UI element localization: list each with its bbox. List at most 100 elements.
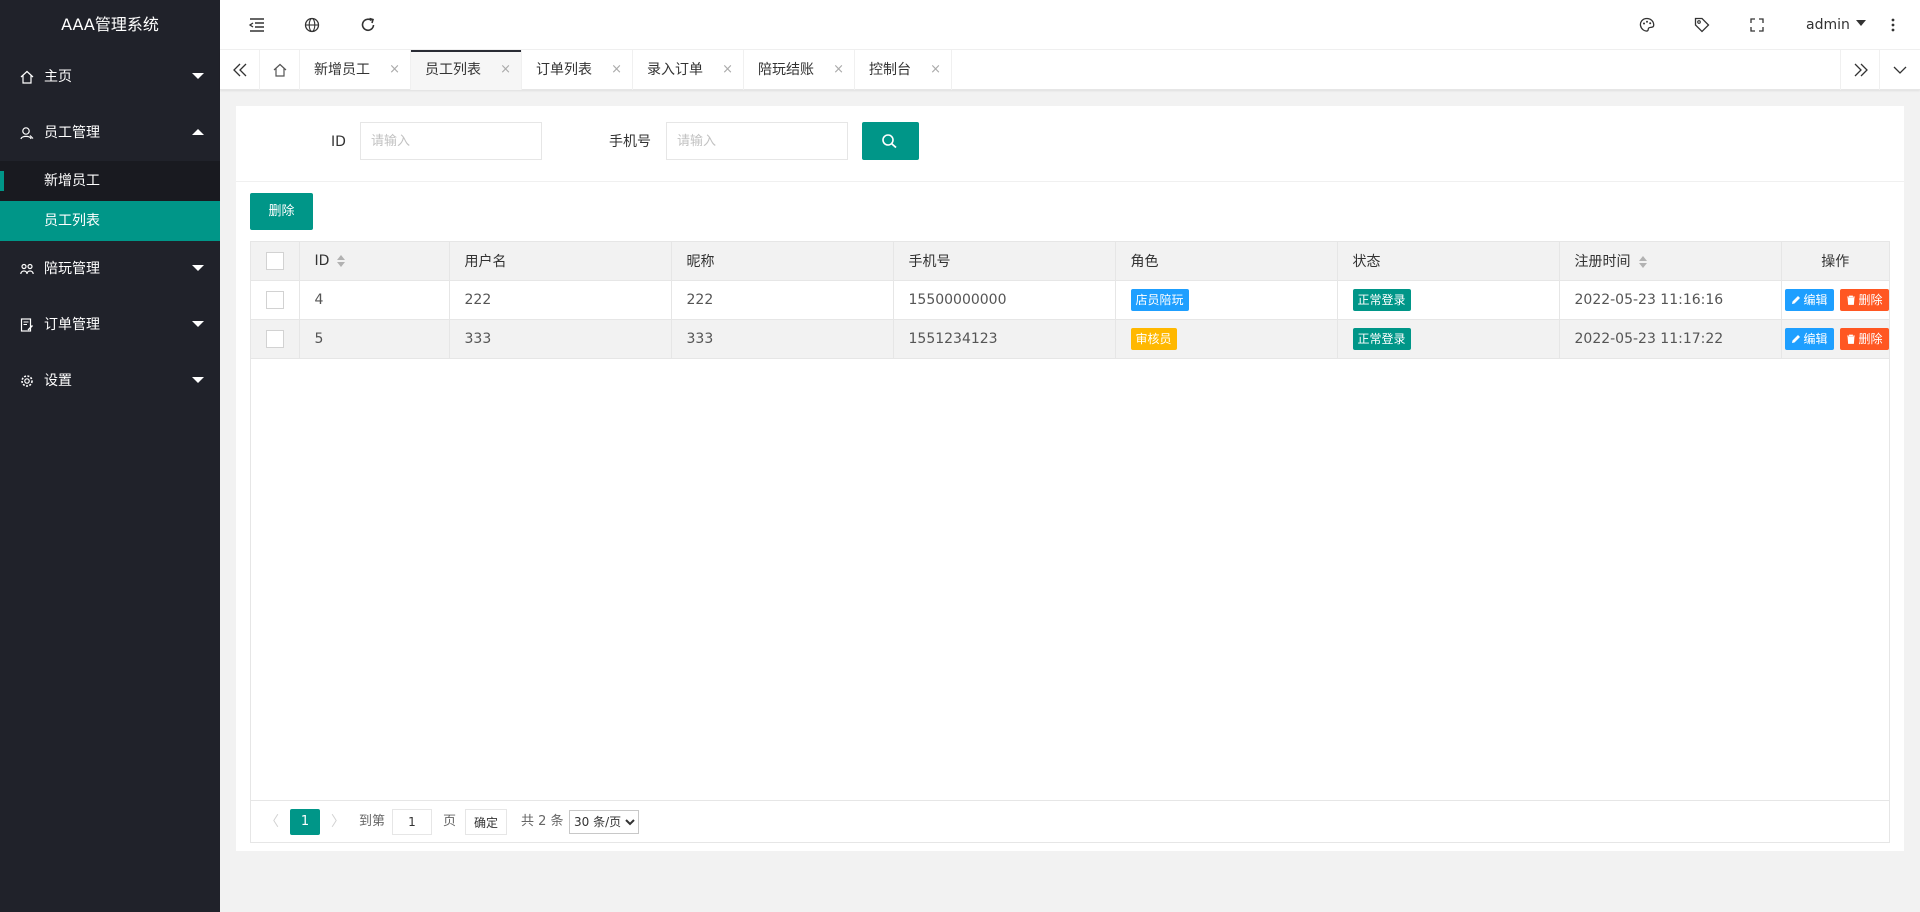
id-input[interactable] (360, 122, 542, 160)
row-checkbox[interactable] (265, 290, 284, 309)
cell-id: 4 (299, 280, 450, 320)
trash-icon (1846, 295, 1855, 305)
table-row: 5 333 333 1551234123 审核员 正常登录 2022-05-23… (251, 319, 1889, 359)
close-icon[interactable]: × (500, 50, 511, 90)
tab-add-staff[interactable]: 新增员工 × (300, 50, 411, 90)
col-phone: 手机号 (893, 242, 1116, 281)
tab-home[interactable] (260, 50, 300, 90)
phone-label: 手机号 (609, 134, 651, 150)
close-icon[interactable]: × (389, 50, 400, 90)
delete-label: 删除 (1858, 292, 1883, 307)
phone-input[interactable] (666, 122, 848, 160)
col-nickname: 昵称 (671, 242, 894, 281)
sidebar-item-companion[interactable]: 陪玩管理 (0, 241, 220, 297)
tabs-menu-button[interactable] (1880, 50, 1920, 90)
cell-phone: 15500000000 (893, 280, 1116, 320)
pagination: 〈 1 〉 到第 页 确定 共 2 条 30 条/页 (251, 800, 1889, 842)
chevron-down-icon (192, 377, 204, 383)
sidebar-item-label: 主页 (44, 69, 72, 85)
sidebar-item-staff-list[interactable]: 员工列表 (0, 201, 220, 241)
edit-button[interactable]: 编辑 (1784, 327, 1834, 350)
app-title: AAA管理系统 (61, 15, 159, 34)
tab-enter-order[interactable]: 录入订单 × (633, 50, 744, 90)
cell-nickname: 222 (671, 280, 894, 320)
cell-registered: 2022-05-23 11:16:16 (1559, 280, 1782, 320)
search-icon (882, 134, 897, 149)
row-checkbox[interactable] (265, 329, 284, 348)
chevron-up-icon (192, 129, 204, 135)
shrink-icon[interactable] (246, 14, 268, 36)
sidebar-item-settings[interactable]: 设置 (0, 353, 220, 409)
id-label: ID (331, 134, 346, 150)
col-id[interactable]: ID (299, 242, 450, 281)
tab-companion-checkout[interactable]: 陪玩结账 × (744, 50, 855, 90)
order-icon (20, 318, 33, 332)
cell-registered: 2022-05-23 11:17:22 (1559, 319, 1782, 359)
cell-actions: 编辑 删除 (1781, 280, 1889, 320)
row-select-cell (251, 319, 300, 359)
cell-status: 正常登录 (1337, 319, 1560, 359)
close-icon[interactable]: × (722, 50, 733, 90)
page-size-select[interactable]: 30 条/页 (569, 810, 639, 834)
cell-id: 5 (299, 319, 450, 359)
double-chevron-right-icon (1854, 63, 1868, 77)
tab-label: 新增员工 (314, 62, 370, 78)
sidebar-item-orders[interactable]: 订单管理 (0, 297, 220, 353)
sidebar-item-label: 陪玩管理 (44, 261, 100, 277)
tabs-scroll-left-button[interactable] (220, 50, 260, 90)
role-badge: 店员陪玩 (1130, 288, 1189, 311)
next-page-button[interactable]: 〉 (331, 809, 345, 835)
palette-icon[interactable] (1636, 14, 1658, 36)
close-icon[interactable]: × (833, 50, 844, 90)
chevron-down-icon (192, 321, 204, 327)
fullscreen-icon[interactable] (1746, 14, 1768, 36)
select-all-checkbox[interactable] (265, 251, 284, 270)
status-badge: 正常登录 (1352, 288, 1411, 311)
home-icon (273, 63, 287, 77)
trash-icon (1846, 334, 1855, 344)
chevron-down-icon (1855, 20, 1866, 26)
tabs-scroll-right-button[interactable] (1840, 50, 1880, 90)
edit-button[interactable]: 编辑 (1784, 288, 1834, 311)
tab-staff-list[interactable]: 员工列表 × (411, 50, 522, 90)
goto-prefix: 到第 (359, 814, 386, 829)
search-button[interactable] (862, 122, 919, 160)
row-delete-button[interactable]: 删除 (1839, 327, 1889, 350)
cell-username: 222 (449, 280, 672, 320)
prev-page-button[interactable]: 〈 (265, 809, 279, 835)
refresh-icon[interactable] (357, 14, 379, 36)
total-count: 共 2 条 (521, 814, 564, 829)
status-badge: 正常登录 (1352, 327, 1411, 350)
chevron-down-icon (1893, 66, 1907, 74)
tab-order-list[interactable]: 订单列表 × (522, 50, 633, 90)
sidebar-item-home[interactable]: 主页 (0, 49, 220, 105)
cell-status: 正常登录 (1337, 280, 1560, 320)
main-card: ID 手机号 删除 ID 用户名 昵称 手机号 角色 状态 注册时间 (236, 106, 1904, 851)
user-menu[interactable]: admin (1806, 0, 1866, 50)
role-badge: 审核员 (1130, 327, 1177, 350)
search-form: ID 手机号 (236, 106, 1904, 182)
sidebar-item-add-staff[interactable]: 新增员工 (0, 161, 220, 201)
gear-icon (21, 375, 33, 387)
tab-list: 新增员工 × 员工列表 × 订单列表 × 录入订单 × 陪玩结账 × 控制台 × (260, 50, 952, 90)
sidebar-item-label: 设置 (44, 373, 72, 389)
more-icon[interactable] (1882, 14, 1904, 36)
globe-icon[interactable] (301, 14, 323, 36)
sidebar-item-staff[interactable]: 员工管理 (0, 105, 220, 161)
col-actions: 操作 (1781, 242, 1889, 281)
sort-icon[interactable] (1638, 255, 1647, 268)
pencil-icon (1791, 334, 1800, 343)
tab-label: 陪玩结账 (758, 62, 814, 78)
tab-console[interactable]: 控制台 × (855, 50, 952, 90)
delete-button[interactable]: 删除 (250, 193, 313, 230)
goto-page-input[interactable] (392, 809, 432, 835)
tag-icon[interactable] (1691, 14, 1713, 36)
goto-confirm-button[interactable]: 确定 (465, 809, 508, 835)
sort-icon[interactable] (337, 254, 346, 267)
tabs-bar: 新增员工 × 员工列表 × 订单列表 × 录入订单 × 陪玩结账 × 控制台 × (220, 50, 1920, 90)
row-delete-button[interactable]: 删除 (1839, 288, 1889, 311)
close-icon[interactable]: × (930, 50, 941, 90)
page-1-button[interactable]: 1 (290, 809, 320, 835)
col-registered[interactable]: 注册时间 (1559, 242, 1782, 281)
close-icon[interactable]: × (611, 50, 622, 90)
